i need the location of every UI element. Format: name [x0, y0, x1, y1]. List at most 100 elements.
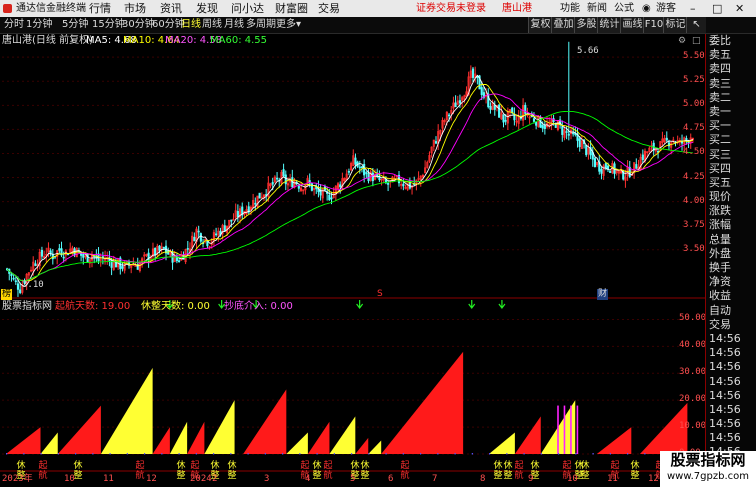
menu-caifuquan[interactable]: 财富圈 — [275, 0, 308, 17]
baseline-dot — [282, 453, 284, 455]
baseline-dot — [230, 453, 232, 455]
candle-body — [215, 233, 218, 236]
side-panel-item[interactable]: 自动 — [706, 304, 756, 318]
baseline-dot — [523, 453, 525, 455]
period-15min[interactable]: 15分钟 — [92, 17, 125, 33]
side-panel-item[interactable]: 14:56 — [706, 346, 756, 360]
side-panel-item: 总量 — [709, 232, 731, 246]
indicator-yellow-ramp — [368, 440, 382, 454]
close-icon[interactable]: ✕ — [735, 0, 744, 17]
arrow-icon[interactable]: ↖ — [686, 17, 706, 33]
candle-body — [236, 211, 239, 218]
menu-jiaoyi[interactable]: 交易 — [318, 0, 340, 17]
btn-diejia[interactable]: 叠加 — [551, 17, 575, 33]
side-panel-item[interactable]: 14:56 — [706, 375, 756, 389]
menu-gongneng[interactable]: 功能 — [560, 0, 580, 17]
candle-body — [271, 182, 274, 185]
minimize-icon[interactable]: – — [690, 0, 696, 17]
period-multi[interactable]: 多周期 — [246, 17, 276, 33]
app-name: 通达信金融终端 — [16, 3, 86, 14]
period-fenshi[interactable]: 分时 — [4, 17, 24, 33]
user-icon[interactable]: ◉ — [642, 0, 651, 17]
period-1min[interactable]: 1分钟 — [26, 17, 52, 33]
btn-huaxian[interactable]: 画线 — [620, 17, 644, 33]
qihang-label: 起航天数: 19.00 — [55, 301, 131, 312]
side-panel-item: 卖一 — [709, 104, 731, 118]
menu-hangqing[interactable]: 行情 — [89, 0, 111, 17]
signal-label: 起航 — [323, 461, 333, 481]
candle-body — [609, 170, 612, 173]
guest-label[interactable]: 游客 — [656, 0, 676, 17]
candle-body — [354, 157, 357, 165]
candle-body — [284, 174, 287, 185]
baseline-dot — [6, 453, 8, 455]
candle-body — [493, 104, 496, 110]
candle-body — [51, 253, 54, 260]
baseline-dot — [644, 453, 646, 455]
expand-icon[interactable]: □ — [692, 36, 701, 47]
candle-body — [535, 122, 538, 126]
price-label: 5.00 — [683, 99, 705, 110]
candle-body — [34, 263, 37, 266]
side-panel-item: 卖三 — [709, 76, 731, 90]
ma5-line — [6, 74, 694, 287]
period-daily[interactable]: 日线 — [181, 17, 201, 33]
indicator-axis-label: 50.00 — [679, 313, 707, 324]
btn-biaoji[interactable]: 标记 — [663, 17, 687, 33]
side-panel-item[interactable]: 14:56 — [706, 403, 756, 417]
dropdown-icon[interactable]: ▾ — [296, 17, 301, 33]
candle-body — [110, 261, 113, 268]
baseline-dot — [40, 453, 42, 455]
period-more[interactable]: 更多 — [276, 17, 296, 33]
candle-body — [158, 245, 161, 251]
candle-body — [360, 166, 364, 168]
candle-body — [193, 236, 196, 242]
ma10-line — [6, 84, 693, 282]
cai-tag: 财 — [597, 289, 609, 300]
btn-duogu[interactable]: 多股 — [574, 17, 598, 33]
candle-body — [186, 248, 189, 250]
menu-zixun[interactable]: 资讯 — [160, 0, 182, 17]
menu-xinwen[interactable]: 新闻 — [587, 0, 607, 17]
btn-fuquan[interactable]: 复权 — [528, 17, 552, 33]
candle-body — [175, 256, 178, 262]
left-tag: 榜 — [1, 289, 13, 300]
indicator-red-ramp — [381, 351, 464, 454]
indicator-yellow-ramp — [100, 367, 153, 454]
menu-faxian[interactable]: 发现 — [196, 0, 218, 17]
baseline-dot — [351, 453, 353, 455]
candle-body — [665, 137, 668, 141]
btn-tongji[interactable]: 统计 — [597, 17, 621, 33]
period-weekly[interactable]: 周线 — [202, 17, 222, 33]
indicator-axis-label: 40.00 — [679, 340, 707, 351]
side-panel-item[interactable]: 14:56 — [706, 431, 756, 445]
side-panel-item[interactable]: 14:56 — [706, 332, 756, 346]
period-30min[interactable]: 30分钟 — [122, 17, 155, 33]
date-label: 12 — [146, 474, 157, 484]
side-panel-item[interactable]: 交易 — [706, 318, 756, 332]
btn-f10[interactable]: F10 — [643, 17, 664, 33]
side-panel-item: 收益 — [709, 289, 731, 303]
side-panel-item[interactable]: 14:56 — [706, 417, 756, 431]
baseline-dot — [333, 453, 335, 455]
menu-shichang[interactable]: 市场 — [124, 0, 146, 17]
candle-body — [147, 252, 150, 261]
period-60min[interactable]: 60分钟 — [152, 17, 185, 33]
baseline-dot — [437, 453, 439, 455]
price-label: 5.25 — [683, 75, 705, 86]
settings-icon[interactable]: ⚙ — [678, 36, 686, 47]
period-monthly[interactable]: 月线 — [224, 17, 244, 33]
period-5min[interactable]: 5分钟 — [62, 17, 88, 33]
watermark-url: www.7gpzb.com — [667, 471, 749, 482]
kline-chart[interactable] — [0, 34, 705, 487]
moving-averages — [6, 74, 694, 287]
xiupan-label: 休整天数: 0.00 — [141, 301, 210, 312]
side-panel-item[interactable]: 14:56 — [706, 389, 756, 403]
signal-label: 休整 — [493, 461, 503, 481]
maximize-icon[interactable]: □ — [712, 0, 722, 17]
side-panel-item[interactable]: 14:56 — [706, 360, 756, 374]
login-notice[interactable]: 证券交易未登录 — [416, 0, 486, 17]
menu-gongshi[interactable]: 公式 — [614, 0, 634, 17]
candle-body — [19, 289, 22, 293]
menu-wenxiaoda[interactable]: 问小达 — [231, 0, 264, 17]
